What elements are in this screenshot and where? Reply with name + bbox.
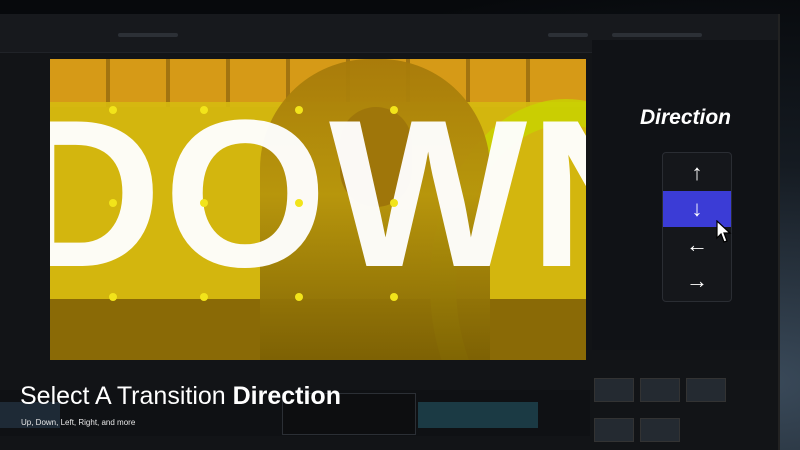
transform-handle[interactable] xyxy=(109,293,117,301)
caption-bold: Direction xyxy=(232,382,341,410)
arrow-left-icon: ← xyxy=(686,232,708,257)
transform-handle[interactable] xyxy=(109,199,117,207)
transform-handle[interactable] xyxy=(200,199,208,207)
transform-handle[interactable] xyxy=(295,293,303,301)
media-thumbnail[interactable] xyxy=(594,418,634,442)
top-bar-text xyxy=(612,33,702,37)
transform-handle[interactable] xyxy=(390,106,398,114)
direction-up-button[interactable]: ↑ xyxy=(663,155,731,191)
transform-handle[interactable] xyxy=(109,106,117,114)
transform-handle[interactable] xyxy=(200,293,208,301)
direction-right-button[interactable]: → xyxy=(663,263,731,299)
media-bin xyxy=(590,370,780,450)
arrow-down-icon: ↓ xyxy=(691,196,703,221)
arrow-up-icon: ↑ xyxy=(691,160,703,185)
caption-lead: Select A Transition xyxy=(20,382,233,410)
transform-handle[interactable] xyxy=(295,106,303,114)
preview-viewer[interactable]: DOWN xyxy=(50,59,586,360)
timeline-clip[interactable] xyxy=(418,402,538,428)
direction-title: Direction xyxy=(640,106,732,129)
media-thumbnail[interactable] xyxy=(640,378,680,402)
transform-handle[interactable] xyxy=(390,293,398,301)
transition-text: DOWN xyxy=(50,76,586,311)
caption-subtitle: Up, Down, Left, Right, and more xyxy=(21,418,136,427)
transform-handle[interactable] xyxy=(390,199,398,207)
media-thumbnail[interactable] xyxy=(686,378,726,402)
media-thumbnail[interactable] xyxy=(640,418,680,442)
caption-title: Select A Transition Direction xyxy=(20,382,341,411)
transform-handle[interactable] xyxy=(295,199,303,207)
mouse-cursor-icon xyxy=(716,219,732,249)
media-thumbnail[interactable] xyxy=(594,378,634,402)
top-bar-text xyxy=(118,33,178,37)
transform-handle[interactable] xyxy=(200,106,208,114)
arrow-right-icon: → xyxy=(686,268,708,293)
top-bar-text xyxy=(548,33,588,37)
